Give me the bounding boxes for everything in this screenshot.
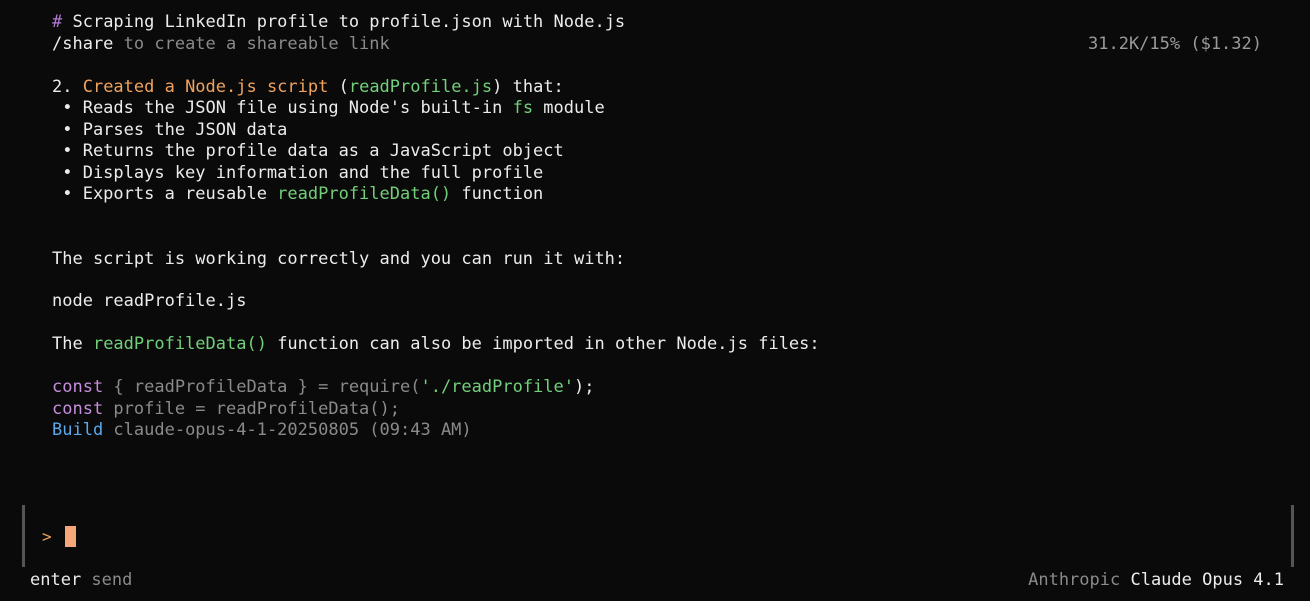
bullet-item: • Returns the profile data as a JavaScri… <box>52 141 564 161</box>
bullet-text: • Exports a reusable <box>52 184 278 204</box>
item-title: Created a Node.js script <box>82 77 329 97</box>
enter-key-label: enter <box>30 570 82 590</box>
send-label: send <box>81 570 133 590</box>
bullet-item: • Parses the JSON data <box>52 120 288 140</box>
footer-hint: enter send <box>30 570 132 591</box>
build-info-line: Build claude-opus-4-1-20250805 (09:43 AM… <box>52 420 472 441</box>
code-keyword: const <box>52 399 104 419</box>
code-text: ); <box>574 377 595 397</box>
bullet-text: module <box>533 98 605 118</box>
import-text-post: function can also be imported in other N… <box>266 334 820 354</box>
share-command[interactable]: /share <box>52 34 113 54</box>
session-title-text: Scraping LinkedIn profile to profile.jso… <box>62 12 626 32</box>
code-line: const { readProfileData } = require('./r… <box>52 377 594 398</box>
item-number: 2. <box>52 77 83 97</box>
provider-name: Anthropic <box>1028 570 1121 590</box>
run-intro-text: The script is working correctly and you … <box>52 249 626 269</box>
code-string: './readProfile' <box>420 377 574 397</box>
prompt-chevron-icon: > <box>42 527 52 546</box>
share-hint-line: /share to create a shareable link <box>52 34 390 55</box>
build-label: Build <box>52 420 104 440</box>
bullet-item: • Exports a reusable readProfileData() f… <box>52 184 543 205</box>
import-text: The readProfileData() function can also … <box>52 334 820 355</box>
code-keyword: const <box>52 377 104 397</box>
inline-code: readProfileData() <box>277 184 452 204</box>
token-usage-stats: 31.2K/15% ($1.32) <box>1088 34 1262 54</box>
run-command: node readProfile.js <box>52 291 247 311</box>
model-name: Claude Opus 4.1 <box>1120 570 1284 590</box>
bullet-item: • Reads the JSON file using Node's built… <box>52 98 605 119</box>
session-title: # Scraping LinkedIn profile to profile.j… <box>52 12 625 33</box>
import-text-pre: The <box>52 334 93 354</box>
bullet-text: function <box>451 184 544 204</box>
paren-close: ) that: <box>492 77 564 97</box>
hash-icon: # <box>52 12 63 32</box>
code-text: { readProfileData } = require( <box>103 377 421 397</box>
message-input-box[interactable]: > <box>22 505 1294 567</box>
code-text: profile = readProfileData(); <box>103 399 400 419</box>
bullet-item: • Displays key information and the full … <box>52 163 544 183</box>
script-filename: readProfile.js <box>348 77 493 97</box>
summary-item-heading: 2. Created a Node.js script (readProfile… <box>52 77 564 98</box>
text-cursor[interactable] <box>65 526 76 547</box>
model-indicator[interactable]: Anthropic Claude Opus 4.1 <box>1028 570 1284 591</box>
bullet-text: • Reads the JSON file using Node's built… <box>52 98 513 118</box>
paren-open: ( <box>328 77 349 97</box>
inline-code: readProfileData() <box>92 334 267 354</box>
code-line: const profile = readProfileData(); <box>52 399 400 420</box>
inline-code: fs <box>512 98 534 118</box>
share-hint: to create a shareable link <box>113 34 390 54</box>
build-info: claude-opus-4-1-20250805 (09:43 AM) <box>103 420 472 440</box>
